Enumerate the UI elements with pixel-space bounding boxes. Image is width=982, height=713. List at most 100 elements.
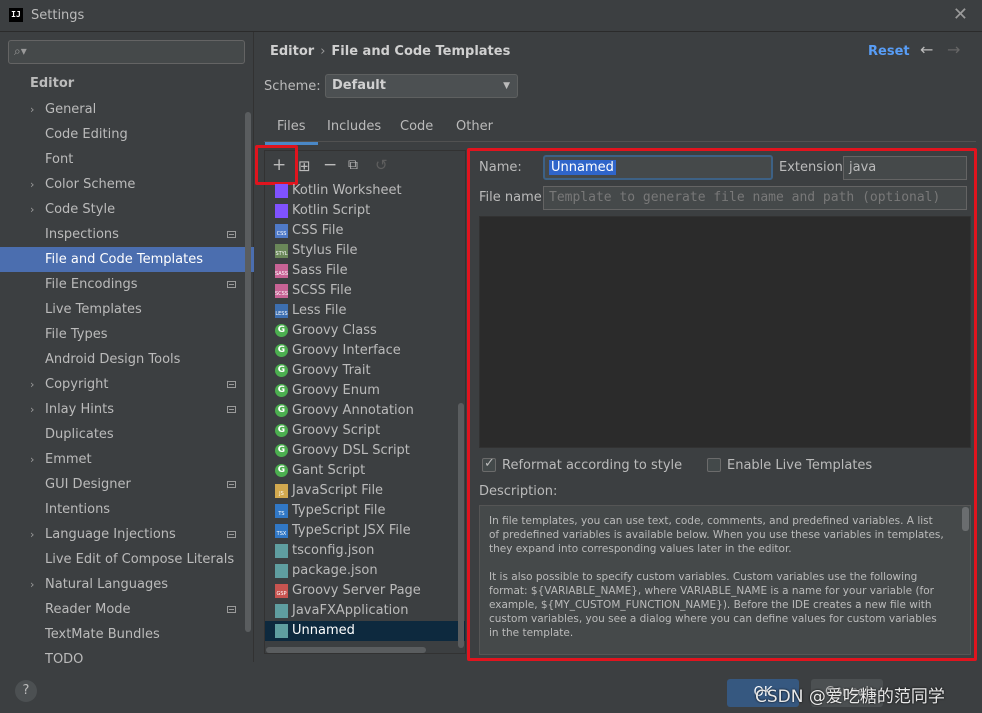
template-list-item[interactable]: package.json bbox=[265, 561, 465, 581]
dropdown-arrow-icon: ▼ bbox=[503, 81, 510, 91]
sidebar-item[interactable]: TODO bbox=[0, 647, 254, 672]
sidebar-item[interactable]: › Emmet bbox=[0, 447, 254, 472]
sidebar-tree: › General Code Editing Font › Color Scheme › Co… bbox=[0, 97, 254, 672]
forward-arrow-icon[interactable]: → bbox=[947, 40, 960, 59]
template-list-item[interactable]: SASS Sass File bbox=[265, 261, 465, 281]
template-list-item[interactable]: Kotlin Script bbox=[265, 201, 465, 221]
template-list-item[interactable]: GSP Groovy Server Page bbox=[265, 581, 465, 601]
sidebar-item[interactable]: › Color Scheme bbox=[0, 172, 254, 197]
sidebar-item[interactable]: File Encodings bbox=[0, 272, 254, 297]
template-item-label: JavaScript File bbox=[292, 483, 384, 498]
sidebar-item[interactable]: › Language Injections bbox=[0, 522, 254, 547]
template-list-item[interactable]: G Groovy Enum bbox=[265, 381, 465, 401]
template-list-item[interactable]: TS TypeScript File bbox=[265, 501, 465, 521]
sidebar-item[interactable]: Intentions bbox=[0, 497, 254, 522]
project-level-icon bbox=[227, 531, 236, 538]
template-list-item[interactable]: tsconfig.json bbox=[265, 541, 465, 561]
template-list-item[interactable]: G Groovy Annotation bbox=[265, 401, 465, 421]
chevron-right-icon[interactable]: › bbox=[30, 572, 34, 597]
chevron-right-icon[interactable]: › bbox=[30, 97, 34, 122]
chevron-right-icon[interactable]: › bbox=[30, 172, 34, 197]
tab-code[interactable]: Code bbox=[400, 119, 433, 134]
template-item-label: TypeScript File bbox=[292, 503, 386, 518]
template-list-item[interactable]: STYL Stylus File bbox=[265, 241, 465, 261]
sidebar-item[interactable]: › Code Style bbox=[0, 197, 254, 222]
sidebar-item[interactable]: Live Templates bbox=[0, 297, 254, 322]
close-icon[interactable]: ✕ bbox=[953, 4, 968, 25]
template-list-item[interactable]: JS JavaScript File bbox=[265, 481, 465, 501]
template-list-item[interactable]: G Groovy Trait bbox=[265, 361, 465, 381]
reset-link[interactable]: Reset bbox=[868, 44, 910, 59]
template-list-item[interactable]: G Groovy Class bbox=[265, 321, 465, 341]
template-list-vscrollbar[interactable] bbox=[458, 403, 464, 648]
sidebar-item[interactable]: GUI Designer bbox=[0, 472, 254, 497]
copy-template-icon[interactable]: ⧉ bbox=[348, 157, 358, 173]
template-list-item[interactable]: SCSS SCSS File bbox=[265, 281, 465, 301]
template-code-editor[interactable] bbox=[479, 216, 971, 448]
template-list-item[interactable]: LESS Less File bbox=[265, 301, 465, 321]
create-child-template-icon[interactable]: ⊞ bbox=[298, 157, 311, 175]
settings-sidebar: ⌕▾ Editor › General Code Editing Font › Color… bbox=[0, 32, 254, 667]
sidebar-item[interactable]: › Copyright bbox=[0, 372, 254, 397]
breadcrumb-editor: Editor bbox=[270, 44, 315, 59]
sidebar-item[interactable]: File and Code Templates bbox=[0, 247, 254, 272]
template-item-label: package.json bbox=[292, 563, 378, 578]
sidebar-item[interactable]: Inspections bbox=[0, 222, 254, 247]
sidebar-item-label: Duplicates bbox=[45, 427, 114, 442]
project-level-icon bbox=[227, 281, 236, 288]
sidebar-section-editor[interactable]: Editor bbox=[30, 76, 74, 91]
sidebar-item[interactable]: TextMate Bundles bbox=[0, 622, 254, 647]
sidebar-item[interactable]: › Natural Languages bbox=[0, 572, 254, 597]
sidebar-item[interactable]: File Types bbox=[0, 322, 254, 347]
extension-input[interactable]: java bbox=[843, 156, 967, 180]
live-templates-label: Enable Live Templates bbox=[727, 458, 873, 473]
sidebar-item[interactable]: Code Editing bbox=[0, 122, 254, 147]
sidebar-item[interactable]: Duplicates bbox=[0, 422, 254, 447]
remove-template-icon[interactable]: − bbox=[323, 155, 337, 175]
template-list-item[interactable]: TSX TypeScript JSX File bbox=[265, 521, 465, 541]
live-templates-checkbox[interactable] bbox=[707, 458, 721, 472]
chevron-right-icon[interactable]: › bbox=[30, 372, 34, 397]
file-name-label: File name: bbox=[479, 190, 547, 205]
template-list-item[interactable]: JavaFXApplication bbox=[265, 601, 465, 621]
template-item-label: Groovy Class bbox=[292, 323, 377, 338]
back-arrow-icon[interactable]: ← bbox=[920, 40, 933, 59]
csdn-watermark: CSDN @爱吃糖的范同学 bbox=[755, 687, 945, 707]
template-list-item[interactable]: G Groovy DSL Script bbox=[265, 441, 465, 461]
reformat-checkbox[interactable] bbox=[482, 456, 496, 472]
template-list-item[interactable]: Unnamed bbox=[265, 621, 465, 641]
template-list-hscrollbar[interactable] bbox=[266, 647, 426, 653]
scheme-dropdown[interactable]: Default ▼ bbox=[325, 74, 518, 98]
sidebar-item-label: Natural Languages bbox=[45, 577, 169, 592]
tab-includes[interactable]: Includes bbox=[327, 119, 381, 134]
sidebar-item[interactable]: › General bbox=[0, 97, 254, 122]
description-text: In file templates, you can use text, cod… bbox=[479, 505, 971, 655]
chevron-right-icon[interactable]: › bbox=[30, 197, 34, 222]
template-list-item[interactable]: G Groovy Interface bbox=[265, 341, 465, 361]
description-scrollbar[interactable] bbox=[962, 507, 969, 531]
undo-icon[interactable]: ↺ bbox=[375, 156, 388, 174]
sidebar-item[interactable]: Android Design Tools bbox=[0, 347, 254, 372]
tab-other[interactable]: Other bbox=[456, 119, 493, 134]
template-name-input[interactable]: Unnamed bbox=[543, 155, 773, 180]
chevron-right-icon[interactable]: › bbox=[30, 522, 34, 547]
file-type-icon bbox=[275, 604, 288, 618]
file-name-input[interactable]: Template to generate file name and path … bbox=[543, 186, 967, 210]
template-item-label: Sass File bbox=[292, 263, 348, 278]
tab-files[interactable]: Files bbox=[265, 119, 317, 145]
help-icon[interactable]: ? bbox=[15, 680, 37, 702]
sidebar-item[interactable]: Reader Mode bbox=[0, 597, 254, 622]
settings-search-input[interactable]: ⌕▾ bbox=[8, 40, 245, 64]
sidebar-item[interactable]: Live Edit of Compose Literals bbox=[0, 547, 254, 572]
template-item-label: TypeScript JSX File bbox=[292, 523, 411, 538]
template-list-item[interactable]: CSS CSS File bbox=[265, 221, 465, 241]
sidebar-scrollbar[interactable] bbox=[245, 112, 251, 632]
template-list-item[interactable]: G Groovy Script bbox=[265, 421, 465, 441]
sidebar-item[interactable]: Font bbox=[0, 147, 254, 172]
template-list-item[interactable]: Kotlin Worksheet bbox=[265, 181, 465, 201]
chevron-right-icon[interactable]: › bbox=[30, 397, 34, 422]
chevron-right-icon[interactable]: › bbox=[30, 447, 34, 472]
file-type-icon: G bbox=[275, 324, 288, 337]
sidebar-item[interactable]: › Inlay Hints bbox=[0, 397, 254, 422]
template-list-item[interactable]: G Gant Script bbox=[265, 461, 465, 481]
